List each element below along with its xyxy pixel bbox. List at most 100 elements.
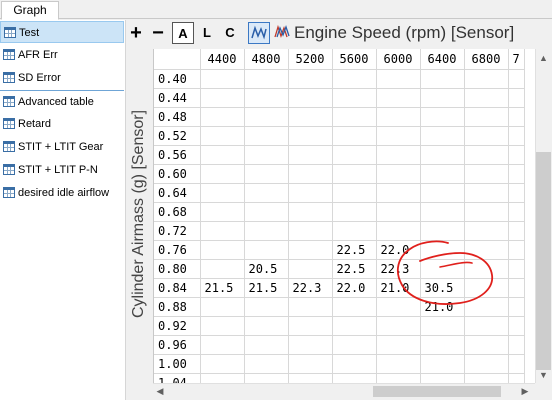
table-cell[interactable] — [244, 221, 289, 241]
sidebar-item[interactable]: Retard — [0, 113, 124, 135]
table-cell[interactable] — [508, 145, 525, 165]
table-cell[interactable] — [420, 354, 465, 374]
table-cell[interactable] — [508, 335, 525, 355]
table-cell[interactable] — [200, 240, 245, 260]
table-cell[interactable]: 22.3 — [376, 259, 421, 279]
sidebar-item[interactable]: SD Error — [0, 67, 124, 89]
table-cell[interactable] — [288, 69, 333, 89]
row-header[interactable]: 0.84 — [154, 278, 201, 298]
table-cell[interactable] — [464, 316, 509, 336]
table-cell[interactable] — [376, 316, 421, 336]
table-cell[interactable] — [508, 316, 525, 336]
table-cell[interactable] — [376, 69, 421, 89]
table-cell[interactable]: 22.0 — [376, 240, 421, 260]
table-cell[interactable] — [332, 107, 377, 127]
table-cell[interactable]: 22.0 — [332, 278, 377, 298]
table-cell[interactable] — [244, 126, 289, 146]
table-cell[interactable] — [244, 183, 289, 203]
row-header[interactable]: 0.56 — [154, 145, 201, 165]
table-cell[interactable] — [464, 202, 509, 222]
table-cell[interactable] — [200, 126, 245, 146]
row-header[interactable]: 0.60 — [154, 164, 201, 184]
table-cell[interactable] — [288, 145, 333, 165]
row-header[interactable]: 0.72 — [154, 221, 201, 241]
table-cell[interactable] — [420, 88, 465, 108]
table-cell[interactable] — [288, 240, 333, 260]
row-header[interactable]: 0.68 — [154, 202, 201, 222]
table-cell[interactable]: 22.3 — [288, 278, 333, 298]
table-grid[interactable]: 4400 4800 5200 5600 6000 6400 6800 7 0.40 0.44 0.4… — [153, 49, 552, 400]
table-cell[interactable] — [464, 88, 509, 108]
table-cell[interactable] — [200, 202, 245, 222]
row-header[interactable]: 0.64 — [154, 183, 201, 203]
table-cell[interactable] — [420, 316, 465, 336]
table-cell[interactable] — [508, 354, 525, 374]
table-cell[interactable] — [464, 259, 509, 279]
table-cell[interactable] — [200, 297, 245, 317]
table-cell[interactable] — [244, 164, 289, 184]
table-cell[interactable] — [244, 107, 289, 127]
table-cell[interactable] — [244, 316, 289, 336]
table-cell[interactable] — [244, 335, 289, 355]
table-cell[interactable] — [200, 183, 245, 203]
table-cell[interactable] — [200, 316, 245, 336]
scroll-left-icon[interactable]: ◀ — [155, 386, 165, 397]
table-cell[interactable] — [200, 259, 245, 279]
table-cell[interactable] — [420, 183, 465, 203]
row-header[interactable]: 0.80 — [154, 259, 201, 279]
column-header[interactable]: 6000 — [376, 49, 421, 70]
table-cell[interactable] — [464, 240, 509, 260]
table-cell[interactable] — [332, 335, 377, 355]
table-cell[interactable] — [420, 69, 465, 89]
table-cell[interactable] — [420, 145, 465, 165]
table-cell[interactable] — [244, 202, 289, 222]
table-cell[interactable] — [508, 164, 525, 184]
sidebar-item[interactable]: AFR Err — [0, 44, 124, 66]
scroll-up-icon[interactable]: ▲ — [535, 53, 552, 63]
table-cell[interactable] — [332, 145, 377, 165]
row-header[interactable]: 0.44 — [154, 88, 201, 108]
table-cell[interactable] — [420, 335, 465, 355]
row-header[interactable]: 0.48 — [154, 107, 201, 127]
table-cell[interactable] — [200, 107, 245, 127]
sidebar-item[interactable]: Advanced table — [0, 90, 124, 112]
table-cell[interactable] — [376, 221, 421, 241]
table-cell[interactable] — [376, 335, 421, 355]
table-cell[interactable] — [244, 297, 289, 317]
table-cell[interactable] — [332, 354, 377, 374]
table-cell[interactable]: 21.5 — [200, 278, 245, 298]
table-cell[interactable] — [288, 107, 333, 127]
table-cell[interactable] — [200, 145, 245, 165]
l-button[interactable]: L — [198, 22, 216, 44]
table-cell[interactable] — [420, 202, 465, 222]
column-header[interactable]: 5600 — [332, 49, 377, 70]
table-cell[interactable] — [288, 88, 333, 108]
table-cell[interactable] — [508, 88, 525, 108]
table-cell[interactable] — [200, 335, 245, 355]
table-cell[interactable] — [332, 164, 377, 184]
table-cell[interactable] — [464, 107, 509, 127]
table-cell[interactable] — [376, 88, 421, 108]
table-cell[interactable] — [376, 183, 421, 203]
table-cell[interactable] — [508, 278, 525, 298]
table-cell[interactable] — [376, 126, 421, 146]
vertical-scroll-thumb[interactable] — [536, 152, 551, 370]
table-cell[interactable] — [244, 145, 289, 165]
table-cell[interactable] — [508, 240, 525, 260]
table-cell[interactable]: 21.5 — [244, 278, 289, 298]
table-cell[interactable] — [376, 164, 421, 184]
column-header[interactable]: 4400 — [200, 49, 245, 70]
table-cell[interactable] — [376, 202, 421, 222]
row-header[interactable]: 0.52 — [154, 126, 201, 146]
scroll-right-icon[interactable]: ▶ — [520, 386, 530, 397]
table-cell[interactable]: 30.5 — [420, 278, 465, 298]
table-cell[interactable] — [288, 316, 333, 336]
table-cell[interactable] — [288, 335, 333, 355]
table-cell[interactable] — [244, 354, 289, 374]
subtract-button[interactable]: − — [149, 22, 167, 44]
table-cell[interactable] — [464, 126, 509, 146]
table-cell[interactable] — [288, 126, 333, 146]
table-cell[interactable] — [464, 69, 509, 89]
tab-graph[interactable]: Graph — [1, 1, 59, 20]
table-cell[interactable] — [420, 221, 465, 241]
